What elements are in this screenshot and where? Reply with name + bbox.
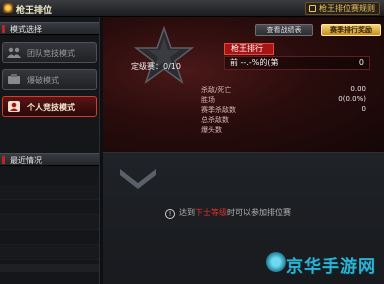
section-marker	[2, 156, 5, 164]
rank-percentile: 前 --.-%的(第 0	[224, 56, 370, 70]
stat-label: 杀敌/死亡	[201, 86, 232, 94]
section-marker	[2, 25, 5, 33]
ranking-rules-label: 枪王排位赛规则	[319, 4, 375, 13]
main-panel: 查看战绩表 赛季排行奖励 定级赛：0/10 枪王排行 前 --.-%的(第 0 …	[103, 17, 384, 284]
bomb-icon	[8, 74, 20, 84]
ranking-rules-button[interactable]: 枪王排位赛规则	[305, 2, 380, 15]
list-item	[0, 230, 99, 245]
rank-requirement-notice: ! 达到下士等级时可以参加排位赛	[165, 207, 291, 219]
mode-section-header: 模式选择	[0, 22, 99, 35]
stat-row: 胜场 0(0.0%)	[201, 95, 366, 104]
stat-row: 爆头数	[201, 125, 366, 134]
rank-position-value: 0	[358, 58, 364, 67]
mode-button-demolition[interactable]: 爆破模式	[2, 69, 97, 90]
notice-highlight: 下士等级	[195, 208, 227, 217]
mode-button-individual[interactable]: 个人竞技模式	[2, 96, 97, 117]
placement-progress: 定级赛：0/10	[131, 62, 181, 71]
watermark: 京华手游网	[286, 257, 376, 277]
watermark-logo-icon	[266, 252, 286, 272]
team-icon	[7, 47, 21, 58]
individual-icon	[8, 101, 20, 112]
tab-gun-king-rank[interactable]: 枪王排行	[224, 43, 274, 55]
recent-records-list	[0, 185, 99, 260]
rank-emblem-icon	[133, 26, 195, 84]
stat-value: 0(0.0%)	[338, 95, 366, 103]
stat-label: 总杀敌数	[201, 116, 229, 124]
rank-percentile-text: 前 --.-%的(第	[230, 58, 279, 67]
profile-area: 查看战绩表 赛季排行奖励 定级赛：0/10 枪王排行 前 --.-%的(第 0 …	[103, 17, 384, 152]
window-title: 枪王排位	[16, 6, 53, 16]
stat-row: 总杀敌数	[201, 115, 366, 124]
record-section-header: 最近情况	[0, 153, 99, 166]
app-icon	[3, 3, 13, 13]
record-section-title: 最近情况	[10, 156, 42, 165]
sidebar: 模式选择 团队竞技模式 爆破模式 个人竞技模式 最近情况	[0, 17, 100, 284]
list-item	[0, 185, 99, 200]
rules-icon	[309, 5, 316, 12]
view-record-button[interactable]: 查看战绩表	[255, 24, 313, 36]
mode-label: 团队竞技模式	[27, 49, 75, 58]
notice-suffix: 时可以参加排位赛	[227, 208, 291, 217]
stat-label: 胜场	[201, 96, 215, 104]
title-bar: 枪王排位 枪王排位赛规则	[0, 0, 384, 17]
stat-value: 0	[361, 105, 366, 113]
mode-button-team[interactable]: 团队竞技模式	[2, 42, 97, 63]
season-reward-button[interactable]: 赛季排行奖励	[321, 24, 381, 36]
stat-row: 赛季杀敌数 0	[201, 105, 366, 114]
list-item	[0, 245, 99, 260]
mode-section-title: 模式选择	[10, 25, 42, 34]
mode-label: 爆破模式	[27, 76, 59, 85]
exclamation-icon: !	[165, 209, 175, 219]
scrollbar[interactable]	[0, 264, 99, 272]
list-item	[0, 215, 99, 230]
mode-label: 个人竞技模式	[27, 103, 75, 112]
stat-value: 0.00	[350, 85, 366, 93]
list-item	[0, 200, 99, 215]
notice-prefix: 达到	[179, 208, 195, 217]
stat-row: 杀敌/死亡 0.00	[201, 85, 366, 94]
stat-label: 爆头数	[201, 126, 222, 134]
chevron-down-icon	[120, 169, 156, 189]
stat-label: 赛季杀敌数	[201, 106, 236, 114]
